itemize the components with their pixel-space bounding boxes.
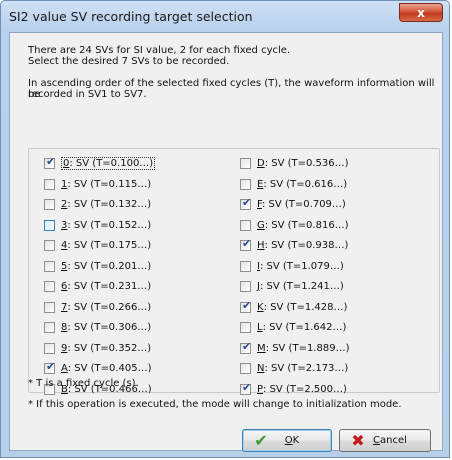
checkbox-label: 5: SV (T=0.201…) xyxy=(61,260,152,272)
checkbox[interactable] xyxy=(44,321,55,333)
dialog-window: SI2 value SV recording target selection … xyxy=(0,0,450,458)
checkbox[interactable]: ✔ xyxy=(240,298,252,313)
checkbox[interactable] xyxy=(44,260,55,272)
checkbox[interactable]: ✔ xyxy=(240,236,252,251)
checkbox[interactable] xyxy=(240,362,251,374)
checkbox-label: N: SV (T=2.173…) xyxy=(257,362,349,374)
checkbox-label: F: SV (T=0.709…) xyxy=(257,198,346,210)
checkmark-icon: ✔ xyxy=(242,380,252,394)
sv-checkbox-item-5[interactable]: 5: SV (T=0.201…) xyxy=(44,258,151,274)
checkbox[interactable]: ✔ xyxy=(240,380,252,395)
checkbox[interactable]: ✔ xyxy=(240,195,252,210)
note-fixed-cycle: * T is a fixed cycle (s). xyxy=(28,378,139,389)
sv-checkbox-item-8[interactable]: 8: SV (T=0.306…) xyxy=(44,319,151,335)
checkmark-icon: ✔ xyxy=(242,195,252,209)
checkmark-icon: ✔ xyxy=(242,298,252,312)
title-bar[interactable]: SI2 value SV recording target selection … xyxy=(1,1,449,31)
sv-checkbox-item-g[interactable]: G: SV (T=0.816…) xyxy=(240,217,349,233)
sv-checkbox-item-f[interactable]: ✔ F: SV (T=0.709…) xyxy=(240,196,346,212)
checkbox[interactable] xyxy=(44,198,55,210)
checkbox-label: 2: SV (T=0.132…) xyxy=(61,198,152,210)
cancel-button-label: Cancel xyxy=(373,435,407,446)
checkbox-label: I: SV (T=1.079…) xyxy=(257,260,344,272)
cross-icon: ✖ xyxy=(351,430,365,450)
checkmark-icon: ✔ xyxy=(242,236,252,250)
message-line-2: Select the desired 7 SVs to be recorded. xyxy=(28,56,230,67)
close-icon: x xyxy=(417,6,425,20)
checkbox-label: J: SV (T=1.241…) xyxy=(257,280,344,292)
checkbox[interactable] xyxy=(44,280,55,292)
checkbox-label: 1: SV (T=0.115…) xyxy=(61,178,152,190)
checkbox[interactable] xyxy=(240,178,251,190)
checkbox[interactable] xyxy=(240,280,251,292)
checkbox-label: G: SV (T=0.816…) xyxy=(257,219,349,231)
dialog-client-area: There are 24 SVs for SI value, 2 for eac… xyxy=(9,32,443,452)
check-icon: ✔ xyxy=(254,430,268,450)
sv-checkbox-item-k[interactable]: ✔ K: SV (T=1.428…) xyxy=(240,299,347,315)
ok-button-label: OK xyxy=(284,435,300,446)
checkbox[interactable] xyxy=(44,219,55,231)
message-line-4: recorded in SV1 to SV7. xyxy=(28,89,147,100)
sv-checkbox-item-l[interactable]: L: SV (T=1.642…) xyxy=(240,319,346,335)
checkbox[interactable] xyxy=(44,178,55,190)
checkbox-label: 9: SV (T=0.352…) xyxy=(61,342,152,354)
checkbox-label: 3: SV (T=0.152…) xyxy=(61,219,152,231)
ok-button[interactable]: ✔ OK xyxy=(242,429,332,452)
checkbox-label: M: SV (T=1.889…) xyxy=(257,342,350,354)
checkbox-label: L: SV (T=1.642…) xyxy=(257,321,347,333)
checkbox[interactable] xyxy=(44,239,55,251)
sv-checkbox-item-p[interactable]: ✔ P: SV (T=2.500…) xyxy=(240,381,347,397)
checkbox[interactable]: ✔ xyxy=(44,154,56,169)
checkbox-label: 0: SV (T=0.100…) xyxy=(61,156,156,170)
sv-checkbox-item-4[interactable]: 4: SV (T=0.175…) xyxy=(44,237,151,253)
sv-checkbox-item-a[interactable]: ✔ A: SV (T=0.405…) xyxy=(44,360,152,376)
checkbox[interactable]: ✔ xyxy=(240,339,252,354)
checkbox[interactable]: ✔ xyxy=(44,359,56,374)
sv-checkbox-item-n[interactable]: N: SV (T=2.173…) xyxy=(240,360,348,376)
note-initialization: * If this operation is executed, the mod… xyxy=(28,399,402,410)
checkbox-label: E: SV (T=0.616…) xyxy=(257,178,348,190)
sv-checkbox-item-0[interactable]: ✔ 0: SV (T=0.100…) xyxy=(44,154,156,171)
checkbox[interactable] xyxy=(240,321,251,333)
checkmark-icon: ✔ xyxy=(46,154,56,168)
checkbox-label: K: SV (T=1.428…) xyxy=(257,301,348,313)
checkbox-label: 7: SV (T=0.266…) xyxy=(61,301,152,313)
sv-checkbox-item-9[interactable]: 9: SV (T=0.352…) xyxy=(44,340,151,356)
checkmark-icon: ✔ xyxy=(46,359,56,373)
sv-checkbox-item-i[interactable]: I: SV (T=1.079…) xyxy=(240,258,344,274)
checkbox-label: A: SV (T=0.405…) xyxy=(61,362,152,374)
sv-checkbox-item-j[interactable]: J: SV (T=1.241…) xyxy=(240,278,344,294)
window-title: SI2 value SV recording target selection xyxy=(9,9,253,24)
sv-checkbox-item-m[interactable]: ✔ M: SV (T=1.889…) xyxy=(240,340,349,356)
checkbox[interactable] xyxy=(240,157,251,169)
sv-checkbox-item-h[interactable]: ✔ H: SV (T=0.938…) xyxy=(240,237,348,253)
checkbox-label: 6: SV (T=0.231…) xyxy=(61,280,152,292)
sv-checkbox-item-1[interactable]: 1: SV (T=0.115…) xyxy=(44,176,151,192)
cancel-button[interactable]: ✖ Cancel xyxy=(339,429,431,452)
sv-checkbox-item-7[interactable]: 7: SV (T=0.266…) xyxy=(44,299,151,315)
checkbox-label: H: SV (T=0.938…) xyxy=(257,239,349,251)
checkbox[interactable] xyxy=(240,219,251,231)
checkbox-label: 8: SV (T=0.306…) xyxy=(61,321,152,333)
checkmark-icon: ✔ xyxy=(242,339,252,353)
sv-checkbox-item-2[interactable]: 2: SV (T=0.132…) xyxy=(44,196,151,212)
checkbox-label: D: SV (T=0.536…) xyxy=(257,157,349,169)
checkbox[interactable] xyxy=(44,342,55,354)
checkbox[interactable] xyxy=(240,260,251,272)
sv-checkbox-item-d[interactable]: D: SV (T=0.536…) xyxy=(240,155,349,171)
close-button[interactable]: x xyxy=(399,3,443,22)
checkbox-label: 4: SV (T=0.175…) xyxy=(61,239,152,251)
checkbox-label: P: SV (T=2.500…) xyxy=(257,383,347,395)
sv-checkbox-item-6[interactable]: 6: SV (T=0.231…) xyxy=(44,278,151,294)
message-line-1: There are 24 SVs for SI value, 2 for eac… xyxy=(28,45,291,56)
checkbox[interactable] xyxy=(44,301,55,313)
sv-checkbox-item-3[interactable]: 3: SV (T=0.152…) xyxy=(44,217,151,233)
sv-checkbox-item-e[interactable]: E: SV (T=0.616…) xyxy=(240,176,347,192)
